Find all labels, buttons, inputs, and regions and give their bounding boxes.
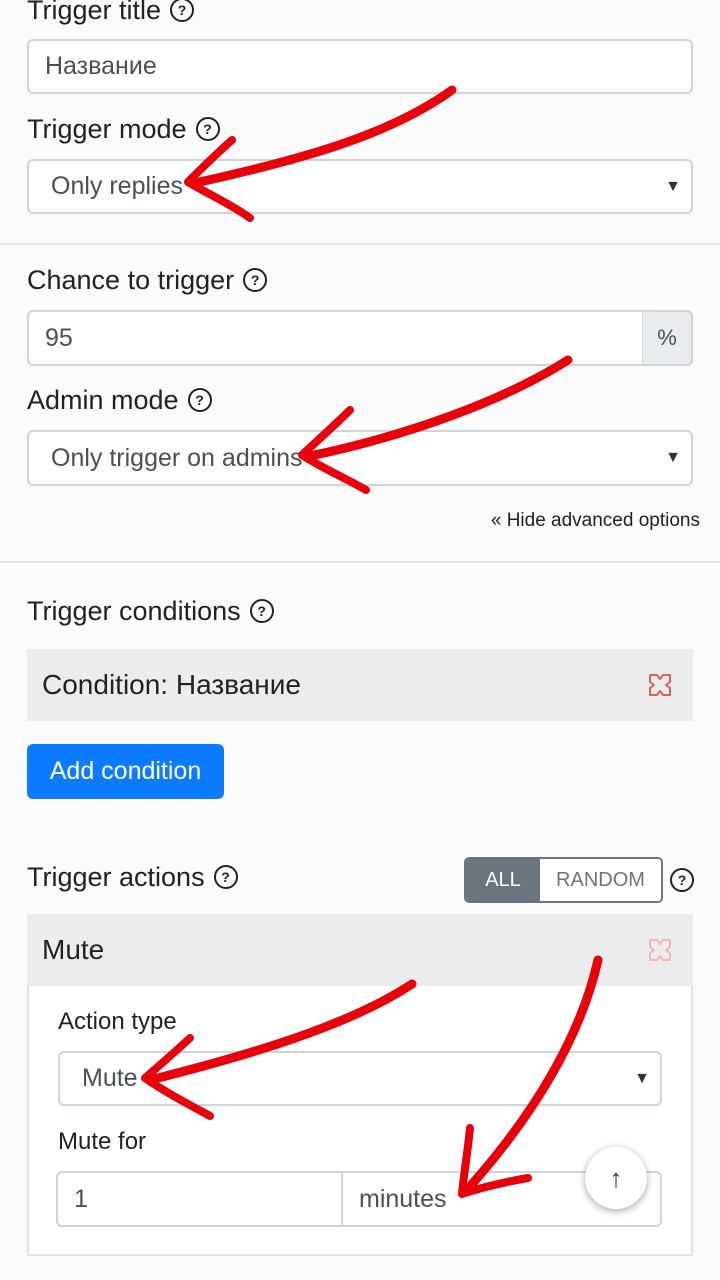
annotation-arrows <box>141 85 603 1198</box>
scroll-to-top-button[interactable]: ↑ <box>585 1147 647 1209</box>
arrow-up-icon: ↑ <box>609 1162 623 1193</box>
red-arrow-icon <box>145 979 417 1085</box>
red-arrow-icon <box>460 955 603 1197</box>
